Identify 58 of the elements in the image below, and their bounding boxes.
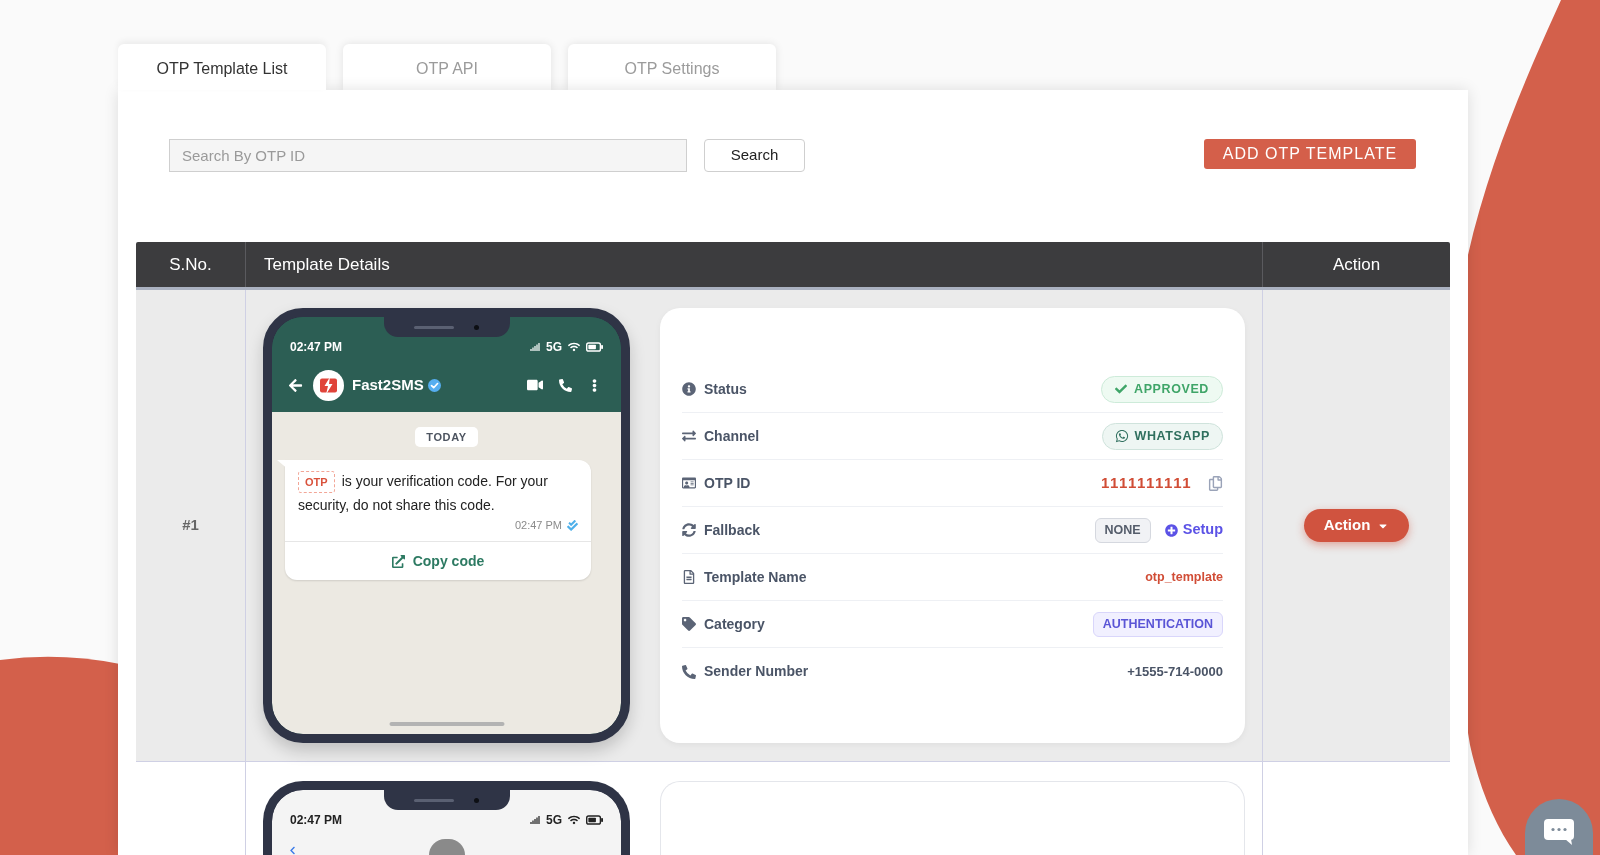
copy-code-button[interactable]: Copy code — [285, 541, 591, 581]
video-camera-icon[interactable] — [527, 377, 543, 393]
check-icon — [1115, 383, 1128, 395]
external-link-icon — [391, 554, 405, 568]
otp-code-field: OTP — [298, 471, 335, 494]
phone-icon — [682, 664, 696, 679]
refresh-icon — [682, 523, 696, 537]
status-time: 02:47 PM — [290, 339, 343, 356]
channel-text: WHATSAPP — [1134, 427, 1210, 445]
battery-icon — [586, 815, 603, 825]
tab[interactable]: OTP Settings — [568, 44, 776, 90]
status-time: 02:47 PM — [290, 812, 343, 829]
signal-bars-icon — [530, 815, 540, 825]
field-label: OTP ID — [704, 473, 751, 493]
info-icon — [682, 382, 696, 396]
otp-id-value: 1111111111 — [1101, 472, 1192, 493]
network-label: 5G — [546, 339, 562, 356]
field-label: Fallback — [704, 520, 761, 540]
status-text: APPROVED — [1134, 380, 1209, 398]
back-chevron-icon[interactable] — [288, 846, 297, 855]
message-time: 02:47 PM — [514, 518, 562, 534]
date-label: TODAY — [415, 427, 478, 447]
field-label: Category — [704, 614, 765, 634]
chat-phone-logo-icon — [1114, 429, 1129, 443]
column-header: Action — [1262, 242, 1450, 287]
lightning-logo-icon — [313, 369, 344, 401]
setup-link[interactable]: Setup — [1164, 519, 1223, 541]
action-dropdown-button[interactable]: Action — [1303, 509, 1410, 542]
chat-icon — [1544, 819, 1574, 845]
tag-icon — [682, 617, 696, 631]
contact-name: Fast2SMS — [352, 374, 424, 395]
field-label: Channel — [704, 426, 760, 446]
message-text: OTP is your verification code. For your security, do not share this code. — [298, 470, 549, 516]
search-field[interactable]: Search By OTP ID — [169, 139, 687, 172]
field-label: Template Name — [704, 567, 807, 587]
serial-number: #1 — [182, 515, 199, 536]
fallback-value: NONE — [1094, 517, 1151, 543]
column-header: S.No. — [168, 253, 213, 276]
column-header: Template Details — [245, 242, 1262, 287]
category-value: AUTHENTICATION — [1092, 611, 1223, 637]
field-label: Sender Number — [704, 662, 809, 681]
id-card-icon — [682, 476, 696, 490]
signal-bars-icon — [530, 342, 540, 352]
battery-icon — [586, 342, 603, 352]
add-template-button[interactable]: ADD OTP TEMPLATE — [1204, 139, 1416, 169]
search-button[interactable]: Search — [704, 139, 805, 172]
template-name-value: otp_template — [1145, 568, 1223, 586]
exchange-arrows-icon — [682, 429, 696, 443]
document-icon — [682, 570, 696, 584]
wifi-icon — [568, 341, 580, 353]
wifi-icon — [568, 814, 580, 826]
network-label: 5G — [546, 812, 562, 829]
tab[interactable]: OTP API — [343, 44, 551, 90]
tab[interactable]: OTP Template List — [118, 44, 326, 90]
sender-number-value: +1555-714-0000 — [1127, 662, 1223, 681]
phone-call-icon[interactable] — [559, 378, 572, 392]
field-label: Status — [704, 379, 747, 399]
back-arrow-icon[interactable] — [288, 377, 303, 393]
